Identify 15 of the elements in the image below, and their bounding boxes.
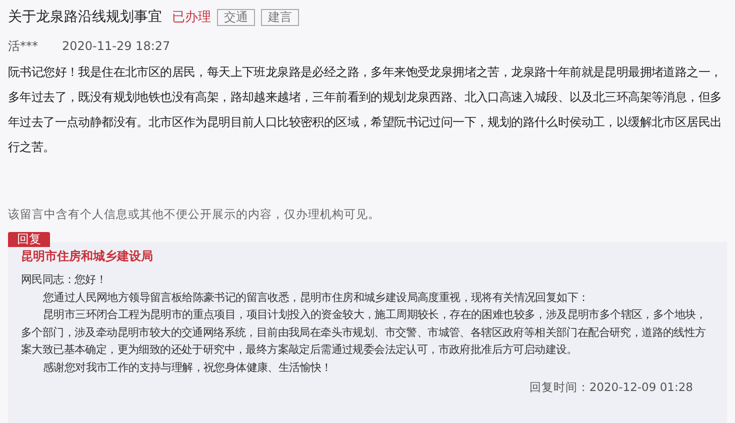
status-label: 已办理	[172, 9, 211, 26]
topic-tag[interactable]: 建言	[261, 8, 299, 26]
reply-paragraph: 您通过人民网地方领导留言板给陈豪书记的留言收悉，昆明市住房和城乡建设局高度重视，现将有关情况回复如下：	[42, 290, 590, 306]
reply-label: 回复	[8, 232, 50, 247]
message-text: 阮书记您好！我是住在北市区的居民，每天上下班龙泉路是必经之路，多年来饱受龙泉拥堵之苦，龙泉路十年前就是昆明最拥堵道路之一，多年过去了，既没有规划地铁也没有高架，路却越来越堵，三年前看到的规划龙泉西路、北入口高速入城段、以及北三环高架等消息，但多年过去了一点动静都没有。北市区作为昆明目前人口比较密积的区域，希望阮书记过问一下，规划的路什么时侯动工，以缓解北市区居民出行之苦。	[8, 64, 723, 156]
privacy-notice: 该留言中含有个人信息或其他不便公开展示的内容，仅办理机构可见。	[8, 206, 381, 222]
reply-paragraph: 感谢您对我市工作的支持与理解，祝您身体健康、生活愉快！	[42, 360, 333, 376]
reply-paragraph: 网民同志：您好！	[21, 272, 108, 288]
topic-tag[interactable]: 交通	[217, 8, 255, 26]
post-date: 2020-11-29 18:27	[62, 39, 170, 53]
author-name: 活***	[8, 39, 38, 53]
reply-time: 回复时间：2020-12-09 01:28	[529, 380, 693, 394]
organization-name: 昆明市住房和城乡建设局	[21, 248, 154, 265]
message-title: 关于龙泉路沿线规划事宜	[8, 8, 162, 26]
reply-paragraph: 昆明市三环闭合工程为昆明市的重点项目，项目计划投入的资金较大，施工周期较长，存在的困难也较多，涉及昆明市多个辖区，多个地块，多个部门，涉及牵动昆明市较大的交通网络系统，目前由我局在牵头市规划、市交警、市城管、各辖区政府等相关部门在配合研究，道路的线性方案大致已基本确定，更为细致的还处于研究中，最终方案敲定后需通过规委会法定认可，市政府批准后方可启动建设。	[21, 307, 708, 358]
